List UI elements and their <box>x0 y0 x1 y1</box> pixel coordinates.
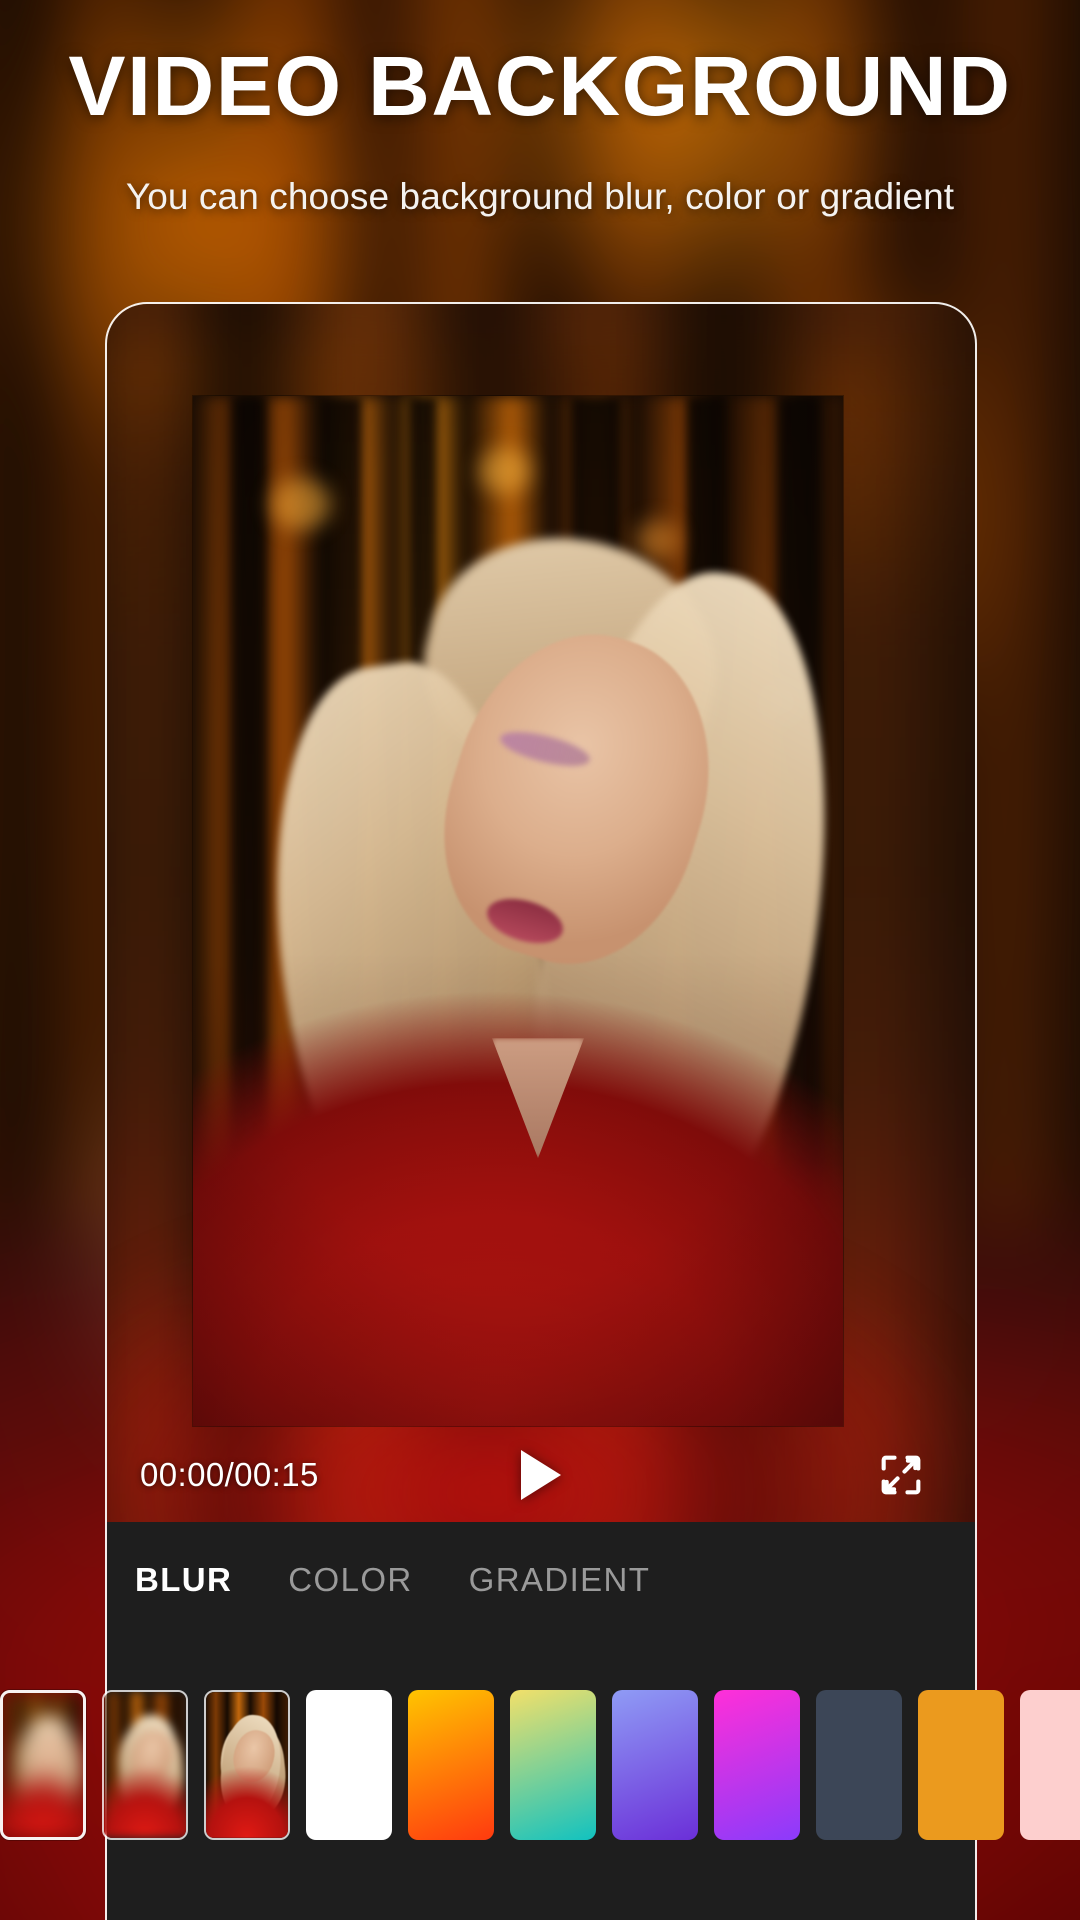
tab-color[interactable]: COLOR <box>288 1561 412 1599</box>
tab-blur[interactable]: BLUR <box>135 1561 232 1599</box>
tab-gradient[interactable]: GRADIENT <box>469 1561 651 1599</box>
thumbnail-preview <box>3 1693 83 1837</box>
color-amber[interactable] <box>918 1690 1004 1840</box>
page-subtitle: You can choose background blur, color or… <box>125 176 955 217</box>
color-blush-pink[interactable] <box>1020 1690 1080 1840</box>
blur-none-thumb[interactable] <box>204 1690 290 1840</box>
swatch-strip[interactable] <box>0 1690 1080 1840</box>
player-controls: 00:00/00:15 <box>107 1428 975 1522</box>
blur-heavy-thumb[interactable] <box>0 1690 86 1840</box>
fullscreen-button[interactable] <box>875 1449 927 1501</box>
video-preview-stage[interactable] <box>107 304 975 1522</box>
play-button[interactable] <box>513 1445 569 1505</box>
page-title: VIDEO BACKGROUND <box>68 39 1012 133</box>
video-frame-photo <box>193 396 843 1426</box>
blur-medium-thumb[interactable] <box>102 1690 188 1840</box>
play-icon <box>521 1450 561 1500</box>
header: VIDEO BACKGROUND You can choose backgrou… <box>0 0 1080 218</box>
fullscreen-icon <box>881 1455 921 1495</box>
tab-bar: BLUR COLOR GRADIENT <box>107 1522 975 1638</box>
thumbnail-preview <box>206 1692 288 1838</box>
gradient-orange-red[interactable] <box>408 1690 494 1840</box>
gradient-magenta-violet[interactable] <box>714 1690 800 1840</box>
time-label: 00:00/00:15 <box>140 1456 319 1493</box>
color-white[interactable] <box>306 1690 392 1840</box>
gradient-yellow-teal[interactable] <box>510 1690 596 1840</box>
gradient-periwinkle-violet[interactable] <box>612 1690 698 1840</box>
color-slate[interactable] <box>816 1690 902 1840</box>
promo-screen: VIDEO BACKGROUND You can choose backgrou… <box>0 0 1080 1920</box>
thumbnail-preview <box>104 1692 186 1838</box>
